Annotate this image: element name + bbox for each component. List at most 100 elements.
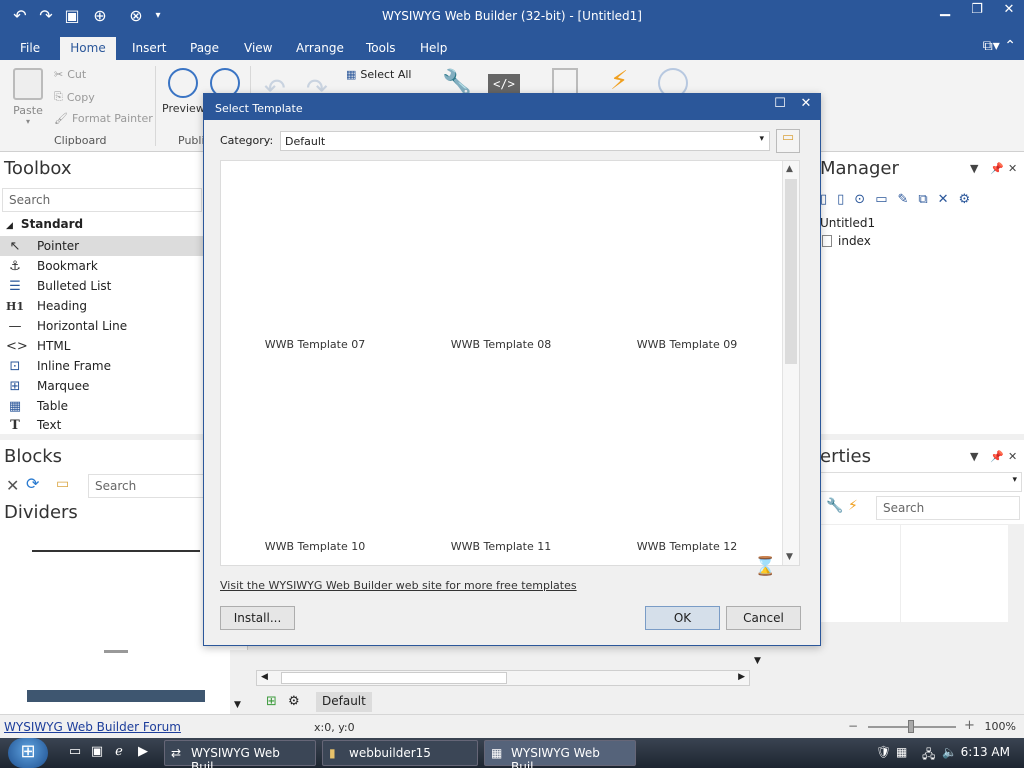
site-manager-title: Manager [820,158,899,179]
start-button[interactable]: ⊞ [8,738,48,768]
scroll-down-arrow-icon[interactable]: ▼ [754,656,761,666]
toolbox-item-text[interactable]: T Text [0,416,204,434]
cut-button[interactable]: ✂ Cut [54,68,86,81]
copy-button[interactable]: ⎘ Copy [54,90,95,104]
divider-preview-banner[interactable] [27,690,205,702]
cancel-button[interactable]: Cancel [726,606,801,630]
site-tree-root[interactable]: Untitled1 [820,216,875,230]
text-icon: T [10,417,20,433]
pane-menu-icon[interactable]: ▼ [970,162,978,175]
category-folder-button[interactable]: ▭ [776,129,800,153]
paste-button[interactable]: Paste ▾ [8,68,48,126]
template-scroll-thumb[interactable] [785,179,797,364]
divider-preview-text[interactable] [104,650,128,653]
minimize-button[interactable]: ▁ [930,2,960,22]
pane-close-icon[interactable]: ✕ [1008,162,1017,175]
object-selector[interactable]: ▾ [820,472,1022,492]
toolbox-item-heading[interactable]: H1 Heading [0,296,204,316]
film-icon[interactable] [552,68,578,96]
lightning-icon[interactable]: ⚡ [610,66,628,96]
blocks-scrollbar[interactable]: ▼ [230,650,248,714]
template-item[interactable]: WWB Template 11 [409,367,593,557]
folder-icon[interactable]: ▭ [56,476,69,492]
toolbox-item-table[interactable]: ▦ Table [0,396,204,416]
maximize-button[interactable]: ❐ [962,2,992,22]
properties-close-icon[interactable]: ✕ [1008,450,1017,463]
page-tab-default[interactable]: Default [316,692,372,712]
properties-scrollbar[interactable] [1008,524,1024,622]
volume-icon[interactable]: 🔈 [942,745,957,759]
security-shield-icon[interactable]: 🛡 [876,745,891,759]
preview-button[interactable]: Preview [162,68,205,115]
add-page-icon[interactable]: ⊞ [266,694,277,709]
scroll-right-icon: ▶ [738,672,745,682]
toolbox-item-inline-frame[interactable]: ⊡ Inline Frame [0,356,204,376]
template-scrollbar[interactable]: ▲ ▼ [782,161,799,565]
zoom-slider[interactable] [868,720,956,733]
toolbox-section-standard[interactable]: ◢ Standard [0,214,204,234]
taskbar-button-folder[interactable]: ▮ webbuilder15 [322,740,478,766]
wrench-icon[interactable]: 🔧 [442,68,472,96]
taskbar-button-ftp[interactable]: ⇄ WYSIWYG Web Buil... [164,740,316,768]
delete-block-icon[interactable]: ✕ [6,476,19,495]
network-icon[interactable]: 🖧 [922,745,935,766]
refresh-icon[interactable]: ⟳ [26,474,39,493]
paste-icon [13,68,43,100]
tab-insert[interactable]: Insert [122,37,176,60]
tray-app-icon[interactable]: ▦ [896,745,907,759]
blocks-search-input[interactable]: Search [88,474,206,498]
toolbox-item-bookmark[interactable]: ⚓ Bookmark [0,256,204,276]
toolbox-item-marquee[interactable]: ⊞ Marquee [0,376,204,396]
select-all-button[interactable]: ▦ Select All [346,68,411,81]
divider-preview-line[interactable] [32,550,200,552]
zoom-out-icon[interactable]: − [848,719,858,733]
template-item[interactable]: WWB Template 07 [223,165,407,355]
taskbar-button-wwb[interactable]: ▦ WYSIWYG Web Buil... [484,740,636,768]
ok-button[interactable]: OK [645,606,720,630]
properties-pin-icon[interactable]: 📌 [990,450,1004,463]
tab-page[interactable]: Page [180,37,229,60]
scroll-thumb[interactable] [281,672,507,684]
wwb-icon: ▦ [491,746,503,760]
toolbox-item-horizontal-line[interactable]: — Horizontal Line [0,316,204,336]
tab-file[interactable]: File [10,37,50,60]
more-templates-link[interactable]: Visit the WYSIWYG Web Builder web site f… [220,579,577,592]
forum-link[interactable]: WYSIWYG Web Builder Forum [4,720,181,734]
tab-view[interactable]: View [234,37,282,60]
site-tree-page[interactable]: index [820,234,871,248]
properties-search-input[interactable]: Search [876,496,1020,520]
switch-windows-icon[interactable]: ▣ [88,744,106,762]
template-item[interactable]: WWB Template 12 [595,367,779,557]
format-painter-button[interactable]: 🖌 Format Painter [54,112,153,125]
zoom-in-icon[interactable]: + [964,718,975,733]
events-icon[interactable]: ⚡ [848,498,858,514]
toolbox-item-bulleted-list[interactable]: ☰ Bulleted List [0,276,204,296]
toolbox-search-input[interactable]: Search [2,188,202,212]
template-item[interactable]: WWB Template 09 [595,165,779,355]
tab-home[interactable]: Home [60,37,116,60]
window-options-icon[interactable]: ⧉▾ ⌃ [983,38,1016,54]
page-settings-icon[interactable]: ⚙ [288,694,300,709]
category-select[interactable]: Default ▾ [280,131,770,151]
show-desktop-icon[interactable]: ▭ [66,744,84,762]
zoom-slider-knob[interactable] [908,720,914,733]
marquee-icon: ⊞ [9,378,21,394]
dialog-close-button[interactable]: ✕ [794,96,818,116]
clock[interactable]: 6:13 AM [961,745,1010,759]
template-item[interactable]: WWB Template 10 [223,367,407,557]
close-button[interactable]: ✕ [994,2,1024,22]
tab-tools[interactable]: Tools [356,37,406,60]
tab-arrange[interactable]: Arrange [286,37,354,60]
dialog-maximize-button[interactable]: ☐ [768,96,792,116]
install-button[interactable]: Install... [220,606,295,630]
media-player-icon[interactable]: ▶ [134,744,152,762]
wrench-small-icon[interactable]: 🔧 [826,498,843,514]
toolbox-item-html[interactable]: <> HTML [0,336,204,356]
properties-menu-icon[interactable]: ▼ [970,450,978,463]
template-item[interactable]: WWB Template 08 [409,165,593,355]
internet-explorer-icon[interactable]: ℯ [110,744,128,762]
horizontal-scrollbar[interactable]: ◀ ▶ [256,670,750,686]
pin-icon[interactable]: 📌 [990,162,1004,175]
toolbox-item-pointer[interactable]: ↖ Pointer [0,236,204,256]
tab-help[interactable]: Help [410,37,457,60]
